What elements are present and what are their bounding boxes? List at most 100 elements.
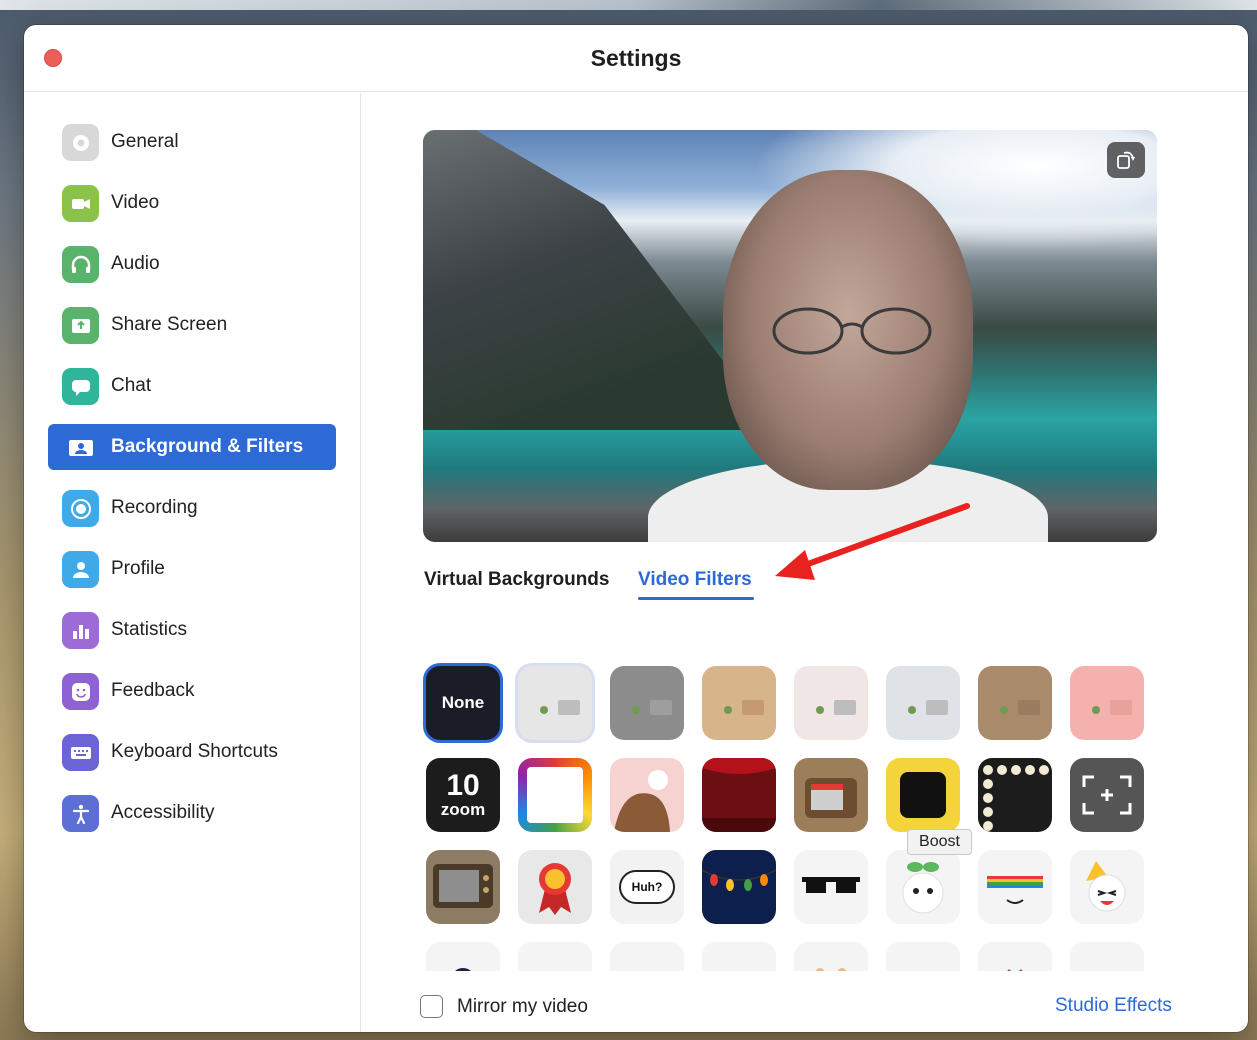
chat-bubble-icon bbox=[62, 368, 99, 405]
filter-award-ribbon[interactable] bbox=[518, 850, 592, 924]
focus-frame-icon bbox=[1082, 775, 1132, 815]
sunglasses-icon bbox=[802, 877, 860, 893]
filter-room-gray[interactable] bbox=[610, 666, 684, 740]
string-lights-icon bbox=[702, 869, 776, 891]
plant-icon bbox=[816, 706, 824, 714]
desktop-wallpaper bbox=[0, 0, 1257, 10]
filter-cap[interactable] bbox=[426, 942, 500, 971]
sidebar-item-feedback[interactable]: Feedback bbox=[48, 668, 336, 714]
sidebar-item-audio[interactable]: Audio bbox=[48, 241, 336, 287]
plant-icon bbox=[632, 706, 640, 714]
filter-none-label: None bbox=[441, 693, 485, 712]
keyboard-icon bbox=[62, 734, 99, 771]
mirror-video-checkbox[interactable] bbox=[420, 995, 443, 1018]
cartoon-face-icon bbox=[622, 964, 672, 971]
smiley-icon bbox=[62, 673, 99, 710]
sidebar-item-label: Accessibility bbox=[111, 802, 215, 823]
sidebar-item-accessibility[interactable]: Accessibility bbox=[48, 790, 336, 836]
bear-ears-icon bbox=[898, 964, 948, 971]
person-card-icon bbox=[62, 429, 99, 466]
rainbow-icon bbox=[987, 876, 1043, 904]
filter-focus-frame[interactable] bbox=[1070, 758, 1144, 832]
sidebar-item-chat[interactable]: Chat bbox=[48, 363, 336, 409]
settings-sidebar: General Video Audio Share Screen Chat Ba… bbox=[24, 93, 361, 1032]
filter-antlers[interactable] bbox=[978, 942, 1052, 971]
sidebar-item-label: Recording bbox=[111, 497, 198, 518]
background-filters-panel: Virtual Backgrounds Video Filters None 1… bbox=[362, 93, 1248, 1032]
filter-none[interactable]: None bbox=[426, 666, 500, 740]
plant-icon bbox=[1000, 706, 1008, 714]
user-icon bbox=[62, 551, 99, 588]
sidebar-item-label: General bbox=[111, 131, 179, 152]
filter-bear-ears[interactable] bbox=[886, 942, 960, 971]
mirror-video-option[interactable]: Mirror my video bbox=[420, 995, 588, 1018]
filter-lights-frame[interactable] bbox=[978, 758, 1052, 832]
retro-tv-icon bbox=[805, 778, 857, 818]
filter-room-blush[interactable] bbox=[794, 666, 868, 740]
filter-string-lights[interactable] bbox=[702, 850, 776, 924]
plant-icon bbox=[1092, 706, 1100, 714]
award-ribbon-icon bbox=[539, 863, 571, 915]
glasses-icon bbox=[772, 307, 932, 355]
filter-sprout[interactable] bbox=[886, 850, 960, 924]
filter-theater[interactable] bbox=[702, 758, 776, 832]
video-camera-icon bbox=[62, 185, 99, 222]
halo-icon bbox=[530, 969, 580, 971]
filter-room-pink[interactable] bbox=[1070, 666, 1144, 740]
filter-retro-tv[interactable] bbox=[794, 758, 868, 832]
sidebar-item-keyboard-shortcuts[interactable]: Keyboard Shortcuts bbox=[48, 729, 336, 775]
record-icon bbox=[62, 490, 99, 527]
filter-face-mask[interactable] bbox=[702, 942, 776, 971]
filter-zoom-10[interactable]: 10 zoom bbox=[426, 758, 500, 832]
filter-rainbow[interactable] bbox=[978, 850, 1052, 924]
tab-video-filters[interactable]: Video Filters bbox=[638, 569, 752, 591]
sidebar-item-video[interactable]: Video bbox=[48, 180, 336, 226]
laptop-icon bbox=[742, 700, 764, 715]
filter-face-a[interactable] bbox=[610, 942, 684, 971]
filter-tooltip: Boost bbox=[907, 829, 972, 855]
laptop-icon bbox=[1018, 700, 1040, 715]
filter-emoji-frame[interactable] bbox=[886, 758, 960, 832]
studio-effects-link[interactable]: Studio Effects bbox=[1055, 995, 1172, 1017]
mountain-scenery bbox=[423, 130, 753, 430]
filter-halo[interactable] bbox=[518, 942, 592, 971]
tab-virtual-backgrounds[interactable]: Virtual Backgrounds bbox=[424, 569, 609, 591]
speech-bubble-icon: Huh? bbox=[619, 870, 675, 904]
cap-icon bbox=[455, 968, 471, 971]
filter-bunny-ears[interactable] bbox=[794, 942, 868, 971]
sidebar-item-recording[interactable]: Recording bbox=[48, 485, 336, 531]
sidebar-item-general[interactable]: General bbox=[48, 119, 336, 165]
filter-party-hat[interactable] bbox=[1070, 850, 1144, 924]
filter-room-white[interactable] bbox=[518, 666, 592, 740]
filter-room-cool[interactable] bbox=[886, 666, 960, 740]
sidebar-item-profile[interactable]: Profile bbox=[48, 546, 336, 592]
filter-room-warm[interactable] bbox=[702, 666, 776, 740]
sidebar-item-background-filters[interactable]: Background & Filters bbox=[48, 424, 336, 470]
bar-chart-icon bbox=[62, 612, 99, 649]
lights-frame-icon bbox=[983, 765, 1049, 831]
sidebar-item-label: Background & Filters bbox=[111, 436, 304, 457]
active-tab-indicator bbox=[638, 597, 754, 600]
speech-bubble-text: Huh? bbox=[631, 880, 663, 894]
laptop-icon bbox=[558, 700, 580, 715]
filter-sunglasses[interactable] bbox=[794, 850, 868, 924]
sidebar-item-label: Video bbox=[111, 192, 160, 213]
filter-pig-ears[interactable] bbox=[1070, 942, 1144, 971]
filter-tv[interactable] bbox=[426, 850, 500, 924]
video-preview bbox=[423, 130, 1157, 542]
plant-icon bbox=[908, 706, 916, 714]
filter-cow[interactable] bbox=[610, 758, 684, 832]
bunny-ears-icon bbox=[815, 968, 847, 971]
frame-center bbox=[900, 772, 946, 818]
zoom-10-number: 10 bbox=[446, 769, 480, 802]
filter-speech-bubble[interactable]: Huh? bbox=[610, 850, 684, 924]
sidebar-item-share-screen[interactable]: Share Screen bbox=[48, 302, 336, 348]
filter-pride-frame[interactable] bbox=[518, 758, 592, 832]
rotate-camera-button[interactable] bbox=[1107, 142, 1145, 178]
pig-ears-icon bbox=[1082, 964, 1132, 971]
sidebar-item-label: Chat bbox=[111, 375, 152, 396]
sidebar-item-statistics[interactable]: Statistics bbox=[48, 607, 336, 653]
sidebar-item-label: Audio bbox=[111, 253, 160, 274]
filter-room-sepia[interactable] bbox=[978, 666, 1052, 740]
laptop-icon bbox=[926, 700, 948, 715]
